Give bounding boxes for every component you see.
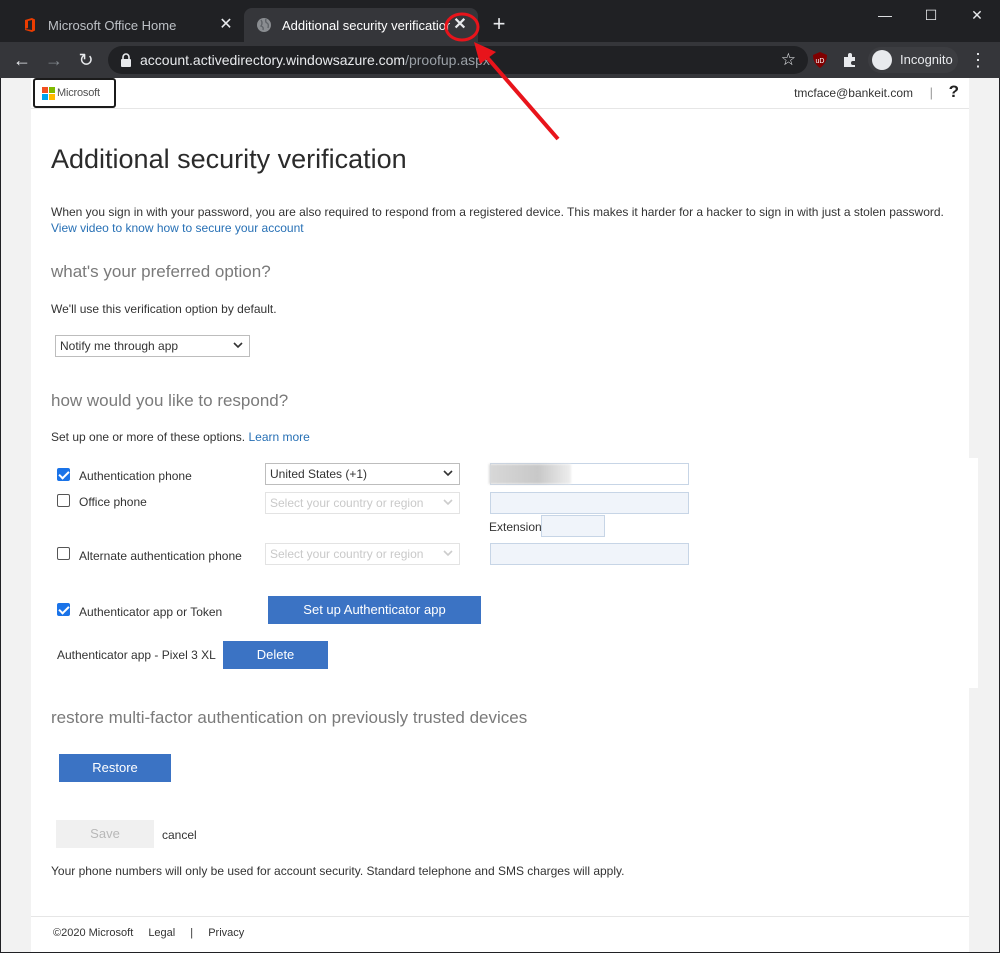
svg-text:uD: uD (816, 58, 825, 65)
chevron-down-icon (443, 499, 453, 506)
page-edge-strip (969, 458, 978, 688)
setup-authenticator-button[interactable]: Set up Authenticator app (268, 596, 481, 624)
page-title: Additional security verification (51, 144, 407, 174)
intro-text: When you sign in with your password, you… (51, 204, 951, 236)
country-placeholder: Select your country or region (270, 496, 424, 510)
redacted-phone-number (489, 464, 571, 484)
browser-toolbar: ← → ↻ account.activedirectory.windowsazu… (0, 42, 1000, 78)
microsoft-logo: Microsoft (33, 78, 116, 108)
incognito-indicator[interactable]: Incognito (868, 47, 958, 73)
tab-office-home[interactable]: Microsoft Office Home ✕ (8, 8, 244, 42)
respond-heading: how would you like to respond? (51, 391, 289, 410)
back-arrow-icon[interactable]: ← (10, 48, 34, 72)
authentication-phone-checkbox[interactable] (57, 468, 70, 481)
microsoft-squares-icon (42, 87, 55, 100)
restore-heading: restore multi-factor authentication on p… (51, 708, 528, 727)
header-separator: | (929, 85, 933, 100)
delete-device-button[interactable]: Delete (223, 641, 328, 669)
ublock-shield-icon[interactable]: uD (810, 50, 830, 70)
privacy-link[interactable]: Privacy (208, 927, 244, 939)
chevron-down-icon (443, 470, 453, 477)
authenticator-app-checkbox[interactable] (57, 603, 70, 616)
bookmark-star-icon[interactable]: ☆ (781, 50, 796, 70)
authenticator-app-label: Authenticator app or Token (79, 605, 223, 619)
authentication-phone-input[interactable] (489, 463, 689, 485)
footer-separator: | (190, 927, 194, 939)
office-phone-label: Office phone (79, 495, 147, 509)
video-link[interactable]: View video to know how to secure your ac… (51, 221, 304, 235)
footer: ©2020 Microsoft Legal | Privacy (53, 927, 256, 939)
preferred-option-heading: what's your preferred option? (51, 262, 271, 281)
save-button[interactable]: Save (56, 820, 154, 848)
page-viewport: Microsoft tmcface@bankeit.com | ? Additi… (1, 78, 999, 952)
authenticator-device-label: Authenticator app - Pixel 3 XL (57, 648, 216, 662)
close-icon[interactable]: ✕ (216, 15, 236, 35)
chevron-down-icon (233, 342, 243, 349)
alternate-phone-checkbox[interactable] (57, 547, 70, 560)
url-text: account.activedirectory.windowsazure.com… (140, 52, 490, 68)
globe-icon (257, 18, 271, 32)
country-placeholder: Select your country or region (270, 547, 424, 561)
authentication-phone-country-select[interactable]: United States (+1) (265, 463, 460, 485)
url-host: account.activedirectory.windowsazure.com (140, 52, 406, 68)
logo-text: Microsoft (57, 87, 100, 99)
respond-description-text: Set up one or more of these options. (51, 430, 246, 444)
more-menu-icon[interactable]: ⋮ (968, 49, 988, 71)
incognito-label: Incognito (900, 52, 953, 67)
footer-divider (31, 916, 969, 917)
maximize-button[interactable]: ☐ (908, 0, 954, 30)
extensions-puzzle-icon[interactable] (840, 50, 860, 70)
tab-security-verification[interactable]: Additional security verification ✕ (244, 8, 478, 42)
lock-icon (121, 53, 131, 67)
extension-label: Extension (489, 520, 542, 534)
reload-icon[interactable]: ↻ (74, 48, 98, 72)
office-logo-icon (25, 18, 35, 32)
chevron-down-icon (443, 550, 453, 557)
incognito-icon (872, 50, 892, 70)
url-path: /proofup.aspx (405, 52, 490, 68)
preferred-option-value: Notify me through app (60, 339, 179, 353)
window-close-button[interactable]: ✕ (954, 0, 1000, 30)
respond-description: Set up one or more of these options. Lea… (51, 430, 310, 444)
preferred-option-description: We'll use this verification option by de… (51, 302, 277, 316)
extension-input[interactable] (541, 515, 605, 537)
new-tab-button[interactable]: + (488, 13, 510, 35)
page-content: Microsoft tmcface@bankeit.com | ? Additi… (31, 78, 969, 952)
country-value: United States (+1) (270, 467, 368, 481)
intro-description: When you sign in with your password, you… (51, 205, 944, 219)
header-divider (31, 108, 969, 109)
preferred-option-select[interactable]: Notify me through app (55, 335, 250, 357)
learn-more-link[interactable]: Learn more (248, 430, 309, 444)
tab-label: Additional security verification (282, 17, 450, 33)
close-icon[interactable]: ✕ (450, 15, 470, 35)
office-phone-input[interactable] (490, 492, 689, 514)
minimize-button[interactable]: — (862, 0, 908, 30)
alternate-phone-country-select[interactable]: Select your country or region (265, 543, 460, 565)
copyright: ©2020 Microsoft (53, 927, 134, 939)
alternate-phone-input[interactable] (490, 543, 689, 565)
alternate-phone-label: Alternate authentication phone (79, 549, 242, 563)
disclaimer-text: Your phone numbers will only be used for… (51, 864, 625, 878)
cancel-link[interactable]: cancel (162, 828, 197, 842)
help-icon[interactable]: ? (949, 82, 959, 102)
browser-titlebar: Microsoft Office Home ✕ Additional secur… (0, 0, 1000, 42)
tab-label: Microsoft Office Home (48, 17, 177, 33)
office-phone-country-select[interactable]: Select your country or region (265, 492, 460, 514)
restore-button[interactable]: Restore (59, 754, 171, 782)
forward-arrow-icon[interactable]: → (42, 48, 66, 72)
authentication-phone-label: Authentication phone (79, 469, 192, 483)
user-email[interactable]: tmcface@bankeit.com (794, 86, 913, 100)
legal-link[interactable]: Legal (148, 927, 175, 939)
office-phone-checkbox[interactable] (57, 494, 70, 507)
address-bar[interactable]: account.activedirectory.windowsazure.com… (108, 46, 808, 74)
